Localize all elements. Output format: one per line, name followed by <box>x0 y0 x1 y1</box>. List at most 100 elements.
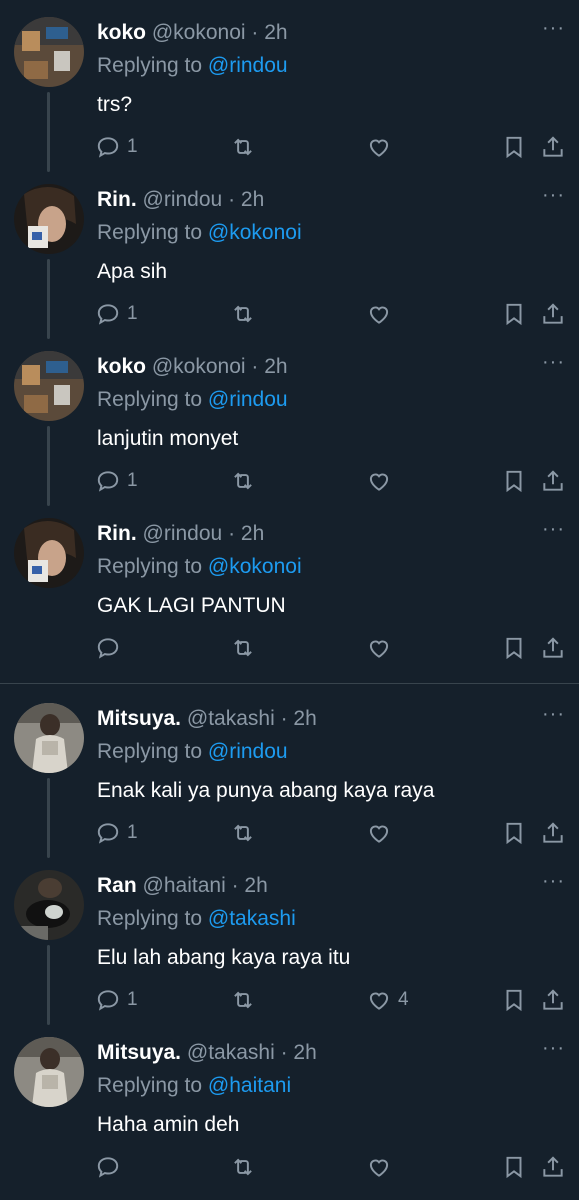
reply-button[interactable]: 1 <box>95 985 138 1015</box>
display-name[interactable]: Mitsuya. <box>97 1041 181 1064</box>
display-name[interactable]: Mitsuya. <box>97 707 181 730</box>
share-button[interactable] <box>540 299 566 329</box>
bookmark-button[interactable] <box>501 633 527 663</box>
username[interactable]: @rindou <box>143 522 223 545</box>
more-icon[interactable]: ··· <box>542 871 565 891</box>
display-name[interactable]: Ran <box>97 874 137 897</box>
mention-link[interactable]: @kokonoi <box>208 221 302 244</box>
username[interactable]: @takashi <box>187 707 275 730</box>
reply-button[interactable]: 1 <box>95 466 138 496</box>
avatar[interactable] <box>14 703 84 773</box>
username[interactable]: @kokonoi <box>152 21 246 44</box>
reply-button[interactable]: 1 <box>95 818 138 848</box>
share-icon <box>543 136 563 157</box>
more-icon[interactable]: ··· <box>542 704 565 724</box>
separator-dot: · <box>280 707 288 730</box>
retweet-button[interactable] <box>230 985 256 1015</box>
more-icon[interactable]: ··· <box>542 352 565 372</box>
bookmark-button[interactable] <box>501 299 527 329</box>
separator-dot: · <box>251 355 259 378</box>
reply-button[interactable]: 1 <box>95 299 138 329</box>
share-button[interactable] <box>540 633 566 663</box>
mention-link[interactable]: @rindou <box>208 388 288 411</box>
retweet-button[interactable] <box>230 299 256 329</box>
like-button[interactable]: 4 <box>366 985 409 1015</box>
avatar[interactable] <box>14 870 84 940</box>
bookmark-button[interactable] <box>501 132 527 162</box>
bookmark-button[interactable] <box>501 466 527 496</box>
display-name[interactable]: koko <box>97 21 146 44</box>
mention-link[interactable]: @takashi <box>208 907 296 930</box>
reply-button[interactable]: 1 <box>95 132 138 162</box>
mention-link[interactable]: @rindou <box>208 740 288 763</box>
bookmark-button[interactable] <box>501 818 527 848</box>
avatar[interactable] <box>14 351 84 421</box>
bookmark-button[interactable] <box>501 985 527 1015</box>
tweet-text: Haha amin deh <box>97 1113 240 1136</box>
retweet-icon <box>234 991 252 1009</box>
more-icon[interactable]: ··· <box>542 519 565 539</box>
more-icon[interactable]: ··· <box>542 185 565 205</box>
mention-link[interactable]: @rindou <box>208 54 288 77</box>
retweet-button[interactable] <box>230 132 256 162</box>
like-button[interactable] <box>366 633 398 663</box>
retweet-button[interactable] <box>230 633 256 663</box>
share-button[interactable] <box>540 985 566 1015</box>
retweet-button[interactable] <box>230 1152 256 1182</box>
like-button[interactable] <box>366 818 398 848</box>
share-button[interactable] <box>540 1152 566 1182</box>
heart-icon <box>369 640 389 658</box>
mention-link[interactable]: @kokonoi <box>208 555 302 578</box>
retweet-button[interactable] <box>230 466 256 496</box>
avatar[interactable] <box>14 1037 84 1107</box>
tweet-header: Rin. @rindou · 2h <box>97 522 264 546</box>
username[interactable]: @kokonoi <box>152 355 246 378</box>
tweet-text: Elu lah abang kaya raya itu <box>97 946 351 969</box>
mention-link[interactable]: @haitani <box>208 1074 291 1097</box>
tweet-text: GAK LAGI PANTUN <box>97 594 286 617</box>
more-icon[interactable]: ··· <box>542 1038 565 1058</box>
separator-dot: · <box>280 1041 288 1064</box>
share-button[interactable] <box>540 818 566 848</box>
replying-to: Replying to @takashi <box>97 907 296 931</box>
timestamp[interactable]: 2h <box>241 522 264 545</box>
avatar[interactable] <box>14 17 84 87</box>
display-name[interactable]: Rin. <box>97 522 137 545</box>
share-icon <box>543 1156 563 1177</box>
like-count: 4 <box>398 989 409 1010</box>
share-icon <box>543 637 563 658</box>
share-button[interactable] <box>540 132 566 162</box>
replying-to: Replying to @kokonoi <box>97 221 302 245</box>
timestamp[interactable]: 2h <box>264 21 287 44</box>
bookmark-icon <box>506 637 522 660</box>
tweet-text: lanjutin monyet <box>97 427 239 450</box>
avatar[interactable] <box>14 184 84 254</box>
retweet-icon <box>234 138 252 156</box>
like-button[interactable] <box>366 1152 398 1182</box>
username[interactable]: @haitani <box>143 874 226 897</box>
timestamp[interactable]: 2h <box>264 355 287 378</box>
bookmark-button[interactable] <box>501 1152 527 1182</box>
like-button[interactable] <box>366 132 398 162</box>
retweet-icon <box>234 472 252 490</box>
avatar[interactable] <box>14 518 84 588</box>
share-button[interactable] <box>540 466 566 496</box>
like-button[interactable] <box>366 466 398 496</box>
retweet-button[interactable] <box>230 818 256 848</box>
heart-icon <box>369 1159 389 1177</box>
timestamp[interactable]: 2h <box>244 874 267 897</box>
display-name[interactable]: koko <box>97 355 146 378</box>
reply-button[interactable] <box>95 633 127 663</box>
reply-button[interactable] <box>95 1152 127 1182</box>
tweet-header: Mitsuya. @takashi · 2h <box>97 707 317 731</box>
like-button[interactable] <box>366 299 398 329</box>
username[interactable]: @takashi <box>187 1041 275 1064</box>
timestamp[interactable]: 2h <box>293 707 316 730</box>
timestamp[interactable]: 2h <box>241 188 264 211</box>
replying-to: Replying to @rindou <box>97 740 288 764</box>
heart-icon <box>369 825 389 843</box>
timestamp[interactable]: 2h <box>293 1041 316 1064</box>
more-icon[interactable]: ··· <box>542 18 565 38</box>
display-name[interactable]: Rin. <box>97 188 137 211</box>
username[interactable]: @rindou <box>143 188 223 211</box>
